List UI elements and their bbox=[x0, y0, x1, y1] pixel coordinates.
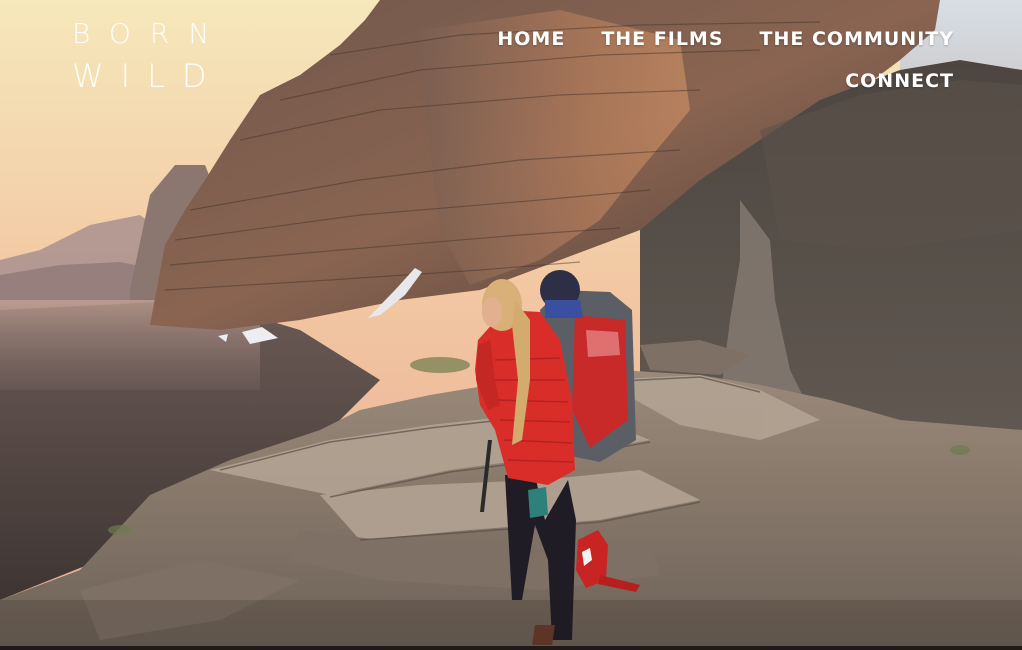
hero-section: BORN WILD HOME THE FILMS THE COMMUNITY C… bbox=[0, 0, 1022, 650]
site-logo[interactable]: BORN WILD bbox=[72, 17, 229, 95]
main-navigation: HOME THE FILMS THE COMMUNITY CONNECT bbox=[434, 26, 954, 94]
logo-line-wild: WILD bbox=[72, 57, 224, 95]
page-bottom-edge bbox=[0, 646, 1022, 650]
hero-background-image bbox=[0, 0, 1022, 650]
nav-films-link[interactable]: THE FILMS bbox=[601, 26, 723, 52]
logo-line-born: BORN bbox=[72, 17, 229, 50]
nav-connect-link[interactable]: CONNECT bbox=[845, 68, 954, 94]
nav-home-link[interactable]: HOME bbox=[497, 26, 565, 52]
nav-community-link[interactable]: THE COMMUNITY bbox=[760, 26, 954, 52]
